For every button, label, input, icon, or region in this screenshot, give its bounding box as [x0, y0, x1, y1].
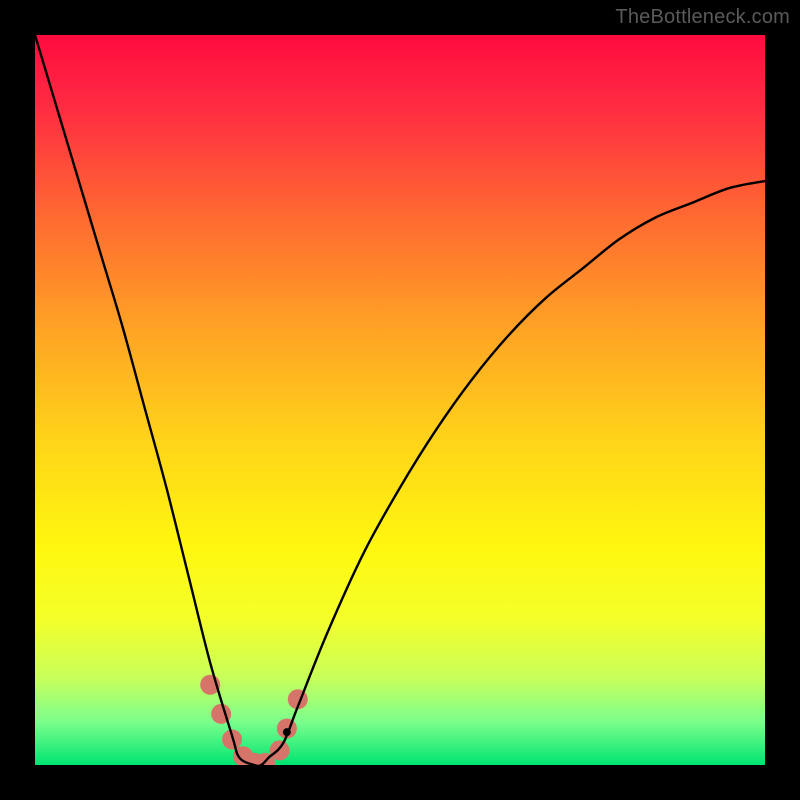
chart-frame: TheBottleneck.com [0, 0, 800, 800]
watermark-label: TheBottleneck.com [615, 6, 790, 29]
gradient-background [35, 35, 765, 765]
plot-area [35, 35, 765, 765]
